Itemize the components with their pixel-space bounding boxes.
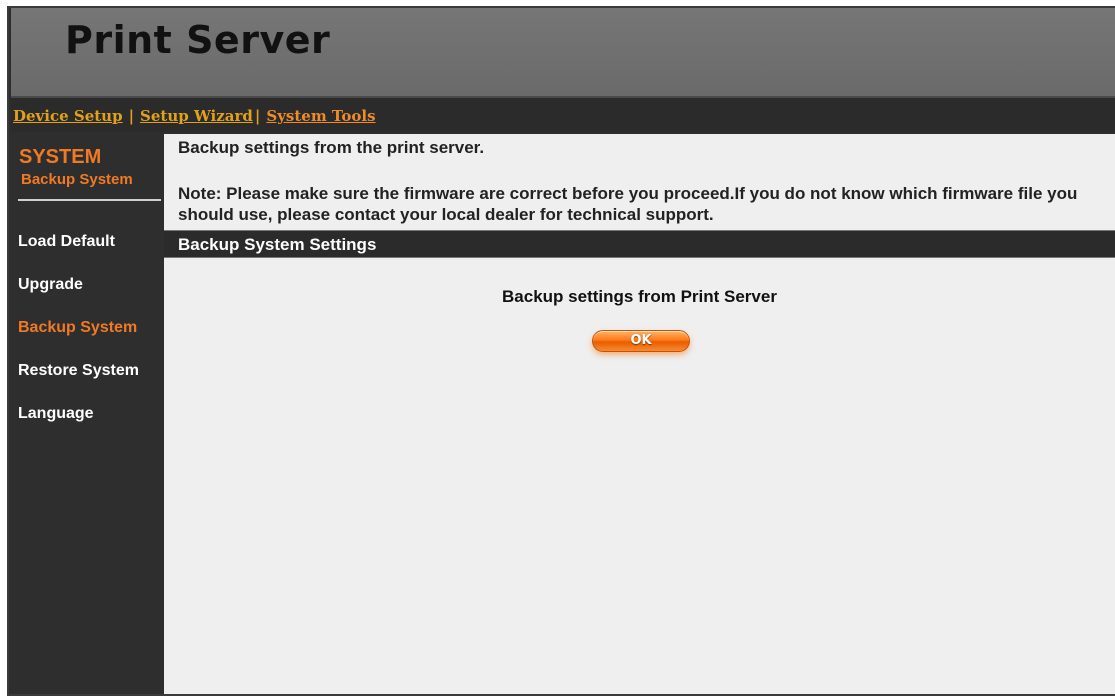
nav-setup-wizard-link[interactable]: Setup Wizard [140, 107, 253, 125]
note-text: Note: Please make sure the firmware are … [178, 184, 1078, 224]
sidebar-divider [18, 199, 161, 201]
nav-system-tools-link[interactable]: System Tools [266, 107, 375, 125]
intro-text: Backup settings from the print server. [178, 138, 485, 157]
sidebar-item-upgrade[interactable]: Upgrade [18, 276, 83, 294]
sidebar-item-restore-system[interactable]: Restore System [18, 362, 139, 380]
section-header: Backup System Settings [164, 230, 1115, 258]
nav-device-setup-link[interactable]: Device Setup [13, 107, 123, 125]
app-title: Print Server [65, 18, 331, 62]
ok-button[interactable]: OK [592, 330, 690, 352]
header: Print Server [11, 8, 1115, 98]
sidebar-item-language[interactable]: Language [18, 405, 94, 423]
sidebar-section-subtitle: Backup System [21, 171, 133, 188]
top-nav: Device Setup | Setup Wizard | System Tools [11, 98, 1115, 132]
nav-links: Device Setup | Setup Wizard | System Tools [13, 107, 376, 125]
sidebar: SYSTEM Backup System Load Default Upgrad… [11, 134, 164, 694]
backup-label: Backup settings from Print Server [502, 287, 777, 306]
nav-separator: | [128, 107, 135, 125]
ok-button-label: OK [630, 333, 652, 348]
sidebar-item-load-default[interactable]: Load Default [18, 233, 115, 251]
nav-separator: | [254, 107, 261, 125]
main-content: Backup settings from the print server. N… [164, 134, 1115, 694]
app-frame: Print Server Device Setup | Setup Wizard | S… [7, 6, 1115, 696]
section-title: Backup System Settings [178, 235, 377, 254]
sidebar-item-backup-system[interactable]: Backup System [18, 319, 137, 337]
sidebar-section-title: SYSTEM [19, 146, 102, 168]
